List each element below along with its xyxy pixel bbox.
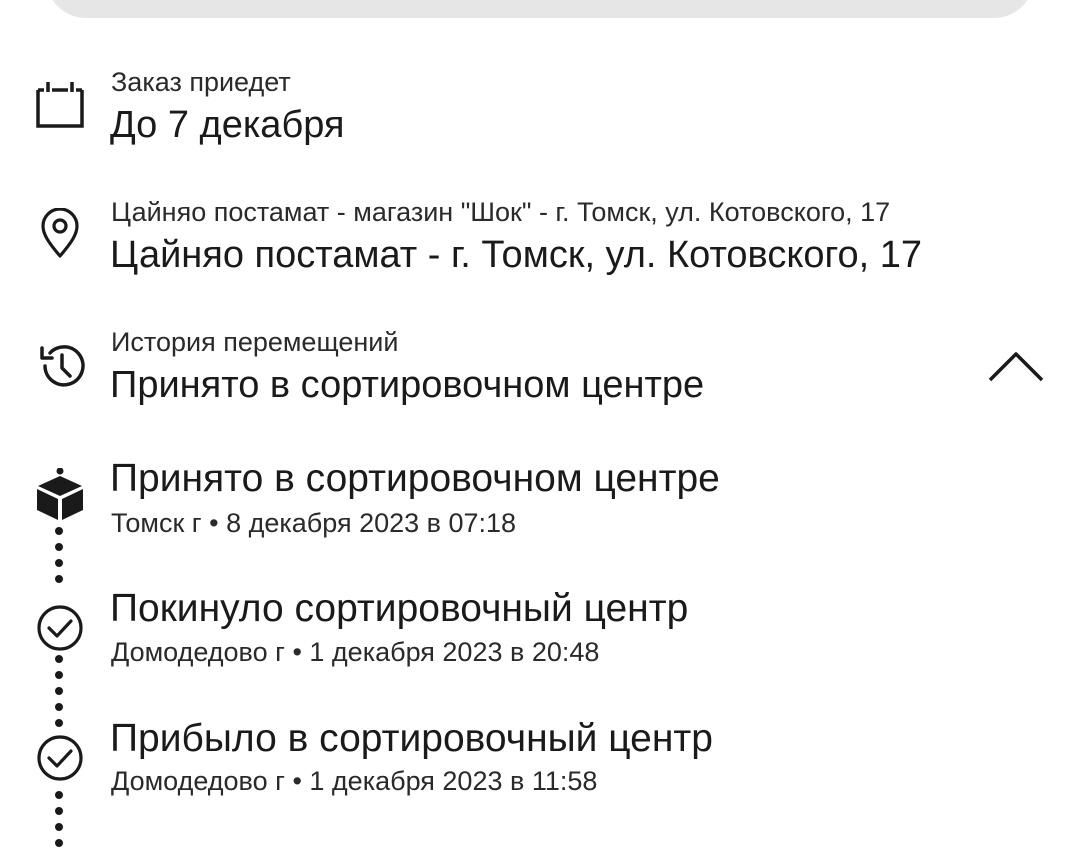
timeline-dot bbox=[55, 559, 63, 567]
timeline-dot bbox=[55, 791, 63, 799]
event-meta: Домодедово г • 1 декабря 2023 в 11:58 bbox=[111, 766, 598, 796]
history-label: История перемещений bbox=[111, 327, 399, 357]
timeline-dot bbox=[55, 655, 63, 663]
timeline-dot bbox=[55, 527, 63, 535]
delivery-label: Заказ приедет bbox=[111, 67, 291, 97]
pickup-full-address: Цайняо постамат - магазин "Шок" - г. Том… bbox=[111, 197, 891, 227]
top-card bbox=[46, 0, 1034, 18]
timeline-dot bbox=[55, 807, 63, 815]
event-title: Прибыло в сортировочный центр bbox=[110, 717, 713, 760]
package-box-icon bbox=[34, 468, 83, 520]
event-title: Принято в сортировочном центре bbox=[110, 457, 720, 500]
timeline-dot bbox=[55, 823, 63, 831]
check-circle-icon bbox=[36, 604, 84, 652]
history-icon bbox=[36, 340, 85, 388]
event-title: Покинуло сортировочный центр bbox=[110, 587, 689, 630]
location-pin-icon bbox=[40, 208, 88, 258]
calendar-icon bbox=[36, 78, 84, 128]
chevron-up-icon[interactable] bbox=[986, 346, 1046, 386]
timeline-dot bbox=[55, 703, 63, 711]
pickup-short-address: Цайняо постамат - г. Томск, ул. Котовско… bbox=[110, 234, 923, 276]
timeline-dot bbox=[55, 671, 63, 679]
timeline-dot bbox=[55, 575, 63, 583]
check-circle-icon bbox=[36, 734, 84, 782]
timeline-dot bbox=[55, 687, 63, 695]
timeline-dot bbox=[55, 839, 63, 847]
delivery-date: До 7 декабря bbox=[110, 104, 345, 146]
timeline-dot bbox=[55, 719, 63, 727]
timeline-dot bbox=[55, 543, 63, 551]
event-meta: Томск г • 8 декабря 2023 в 07:18 bbox=[111, 508, 517, 538]
history-current-status: Принято в сортировочном центре bbox=[110, 364, 705, 406]
event-meta: Домодедово г • 1 декабря 2023 в 20:48 bbox=[111, 637, 600, 667]
